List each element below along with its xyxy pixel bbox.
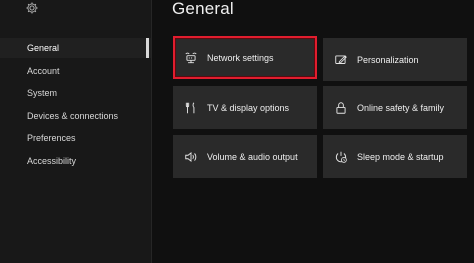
sidebar-item-general[interactable]: General bbox=[0, 38, 151, 58]
volume-audio-output-tile[interactable]: Volume & audio output bbox=[173, 135, 317, 178]
sleep-mode-startup-label: Sleep mode & startup bbox=[357, 151, 444, 162]
sidebar-item-system[interactable]: System bbox=[0, 83, 151, 103]
network-icon bbox=[185, 52, 197, 63]
selected-indicator bbox=[146, 38, 149, 58]
lock-icon bbox=[336, 101, 346, 114]
online-safety-family-tile[interactable]: Online safety & family bbox=[323, 86, 467, 129]
gear-icon bbox=[26, 2, 38, 14]
volume-audio-output-label: Volume & audio output bbox=[207, 151, 298, 162]
network-settings-tile[interactable]: Network settings bbox=[173, 36, 317, 79]
personalization-icon bbox=[335, 54, 347, 64]
power-clock-icon bbox=[335, 151, 347, 163]
sidebar-item-account[interactable]: Account bbox=[0, 61, 151, 81]
personalization-tile[interactable]: Personalization bbox=[323, 38, 467, 81]
tv-display-options-tile[interactable]: TV & display options bbox=[173, 86, 317, 129]
sidebar-divider bbox=[151, 0, 152, 263]
tv-display-icon bbox=[185, 101, 195, 113]
settings-sidebar: General Account System Devices & connect… bbox=[0, 0, 151, 263]
network-settings-label: Network settings bbox=[207, 52, 274, 63]
sleep-mode-startup-tile[interactable]: Sleep mode & startup bbox=[323, 135, 467, 178]
sidebar-item-preferences[interactable]: Preferences bbox=[0, 128, 151, 148]
page-title: General bbox=[172, 0, 234, 18]
sidebar-item-accessibility[interactable]: Accessibility bbox=[0, 151, 151, 171]
personalization-label: Personalization bbox=[357, 54, 419, 65]
speaker-icon bbox=[185, 151, 197, 162]
sidebar-item-devices-connections[interactable]: Devices & connections bbox=[0, 106, 151, 126]
tv-display-options-label: TV & display options bbox=[207, 102, 290, 113]
online-safety-family-label: Online safety & family bbox=[357, 102, 445, 113]
